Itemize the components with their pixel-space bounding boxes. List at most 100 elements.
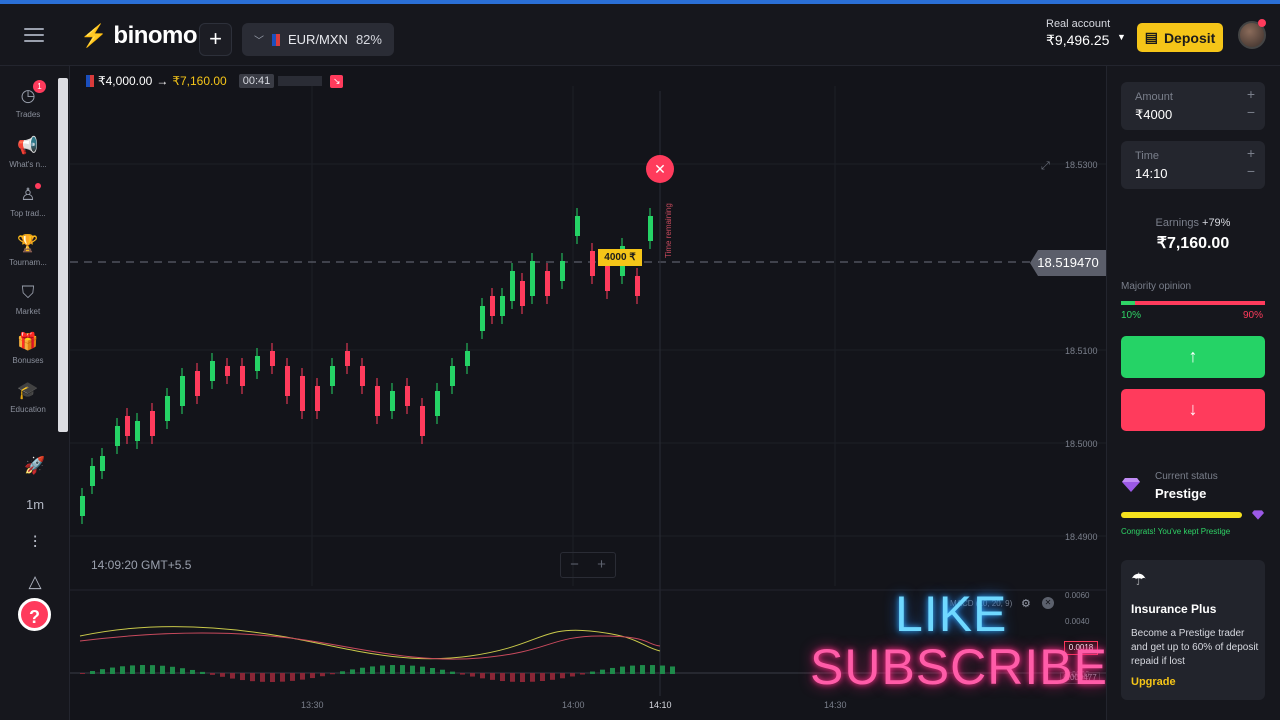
sidebar-scrollbar[interactable] — [58, 78, 68, 432]
sidebar-item-whats-new[interactable]: 📢 What's n... — [0, 136, 56, 169]
trophy-icon: 🏆 — [17, 234, 39, 253]
time-tick-label: 14:30 — [824, 700, 847, 710]
subscribe-overlay-text: SUBSCRIBE — [810, 639, 1108, 695]
macd-histogram-bar — [460, 673, 465, 675]
majority-up-fill — [1121, 301, 1136, 305]
macd-histogram-bar — [490, 673, 495, 680]
macd-histogram-bar — [660, 665, 665, 674]
indicator-tick-label: 0.0060 — [1065, 591, 1090, 600]
macd-histogram-bar — [220, 673, 225, 677]
sidebar-item-market[interactable]: ⛉ Market — [0, 283, 56, 316]
majority-up-pct: 10% — [1121, 310, 1142, 321]
zoom-out-button[interactable]: − — [561, 553, 588, 577]
add-asset-button[interactable]: + — [199, 23, 232, 56]
macd-line — [79, 626, 661, 660]
candle-body — [360, 366, 365, 386]
sidebar-item-label: Bonuses — [12, 356, 44, 365]
graduation-icon: 🎓 — [17, 381, 39, 400]
rocket-tool-icon[interactable]: 🚀 — [16, 451, 54, 481]
active-trade-bar[interactable]: ₹4,000.00 → ₹7,160.00 00:41 ↘ — [86, 72, 344, 90]
candle-body — [255, 356, 260, 371]
majority-down-pct: 90% — [1243, 310, 1264, 321]
insurance-card: ☂ Insurance Plus Become a Prestige trade… — [1121, 560, 1265, 700]
sidebar-item-trades[interactable]: ◷ 1 Trades — [0, 80, 56, 119]
insurance-text: Become a Prestige trader and get up to 6… — [1131, 628, 1259, 667]
account-balance: ₹9,496.25 — [1046, 32, 1110, 48]
time-value: 14:10 — [1135, 166, 1168, 181]
candle-body — [90, 466, 95, 486]
time-field[interactable]: Time 14:10 + − — [1121, 141, 1265, 189]
sell-down-button[interactable]: ↓ — [1121, 389, 1265, 431]
macd-histogram-bar — [330, 673, 335, 675]
candle-body — [345, 351, 350, 366]
macd-histogram-bar — [150, 665, 155, 674]
amount-value: ₹4000 — [1135, 107, 1173, 122]
buy-up-button[interactable]: ↑ — [1121, 336, 1265, 378]
insurance-title: Insurance Plus — [1131, 602, 1217, 616]
brand-logo[interactable]: ⚡ binomo — [80, 22, 198, 50]
earnings-pct: +79% — [1202, 217, 1231, 229]
sidebar-item-top-traders[interactable]: ♙ Top trad... — [0, 183, 56, 218]
flag-icon — [86, 75, 94, 87]
amount-decrease-button[interactable]: − — [1247, 104, 1255, 120]
time-decrease-button[interactable]: − — [1247, 163, 1255, 179]
macd-histogram-bar — [400, 665, 405, 674]
candle-body — [270, 351, 275, 366]
account-switcher[interactable]: Real account ₹9,496.25 — [1046, 18, 1110, 49]
macd-histogram-bar — [500, 673, 505, 682]
close-trade-icon[interactable]: ✕ — [646, 155, 674, 183]
time-tick-label: 14:00 — [562, 700, 585, 710]
candle-body — [490, 296, 495, 316]
zoom-in-button[interactable]: + — [588, 553, 615, 577]
diamond-icon — [1252, 510, 1264, 520]
candle-body — [450, 366, 455, 386]
candle-body — [180, 376, 185, 406]
amount-field[interactable]: Amount ₹4000 + − — [1121, 82, 1265, 130]
macd-histogram-bar — [200, 671, 205, 674]
upgrade-link[interactable]: Upgrade — [1131, 676, 1176, 688]
candle-body — [285, 366, 290, 396]
macd-histogram-bar — [230, 673, 235, 679]
brand-name: binomo — [113, 22, 198, 49]
macd-histogram-bar — [570, 673, 575, 677]
macd-histogram-bar — [630, 665, 635, 674]
drawing-tool-icon[interactable]: △ — [16, 567, 54, 597]
time-increase-button[interactable]: + — [1247, 145, 1255, 161]
time-tick-label: 14:10 — [649, 700, 672, 710]
close-icon[interactable]: ✕ — [1042, 597, 1054, 609]
asset-selector-tab[interactable]: ﹀ EUR/MXN 82% — [242, 23, 394, 56]
candle-body — [480, 306, 485, 331]
candle-body — [300, 376, 305, 411]
trade-amount: ₹4,000.00 — [98, 74, 153, 88]
flag-icon — [272, 33, 280, 46]
macd-histogram-bar — [370, 666, 375, 674]
help-button[interactable]: ? — [18, 598, 51, 631]
macd-histogram-bar — [340, 671, 345, 674]
sidebar-item-bonuses[interactable]: 🎁 Bonuses — [0, 332, 56, 365]
caret-down-icon[interactable]: ▼ — [1117, 32, 1126, 42]
macd-histogram-bar — [440, 669, 445, 674]
candle-body — [510, 271, 515, 301]
amount-increase-button[interactable]: + — [1247, 86, 1255, 102]
candles-tool-icon[interactable]: ⫶ — [16, 528, 54, 558]
macd-histogram-bar — [450, 671, 455, 674]
candle-body — [240, 366, 245, 386]
indicator-tick-label: 0.0040 — [1065, 617, 1090, 626]
timeframe-button[interactable]: 1m — [16, 490, 54, 520]
sidebar-item-tournaments[interactable]: 🏆 Tournam... — [0, 234, 56, 267]
trade-progress — [278, 76, 323, 86]
candle-body — [405, 386, 410, 406]
hamburger-menu-icon[interactable] — [24, 28, 44, 42]
amount-label: Amount — [1135, 91, 1173, 103]
candle-body — [390, 391, 395, 411]
earnings-label: Earnings +79% — [1106, 217, 1280, 229]
macd-histogram-bar — [610, 667, 615, 674]
macd-histogram-bar — [350, 669, 355, 674]
gear-icon[interactable]: ⚙ — [1021, 597, 1031, 610]
expand-icon[interactable]: ⤢ — [1041, 160, 1050, 173]
deposit-button[interactable]: ▤ Deposit — [1137, 23, 1223, 52]
macd-histogram-bar — [280, 673, 285, 682]
candle-body — [560, 261, 565, 281]
sidebar-item-education[interactable]: 🎓 Education — [0, 381, 56, 414]
trade-timer: 00:41 — [238, 74, 275, 88]
